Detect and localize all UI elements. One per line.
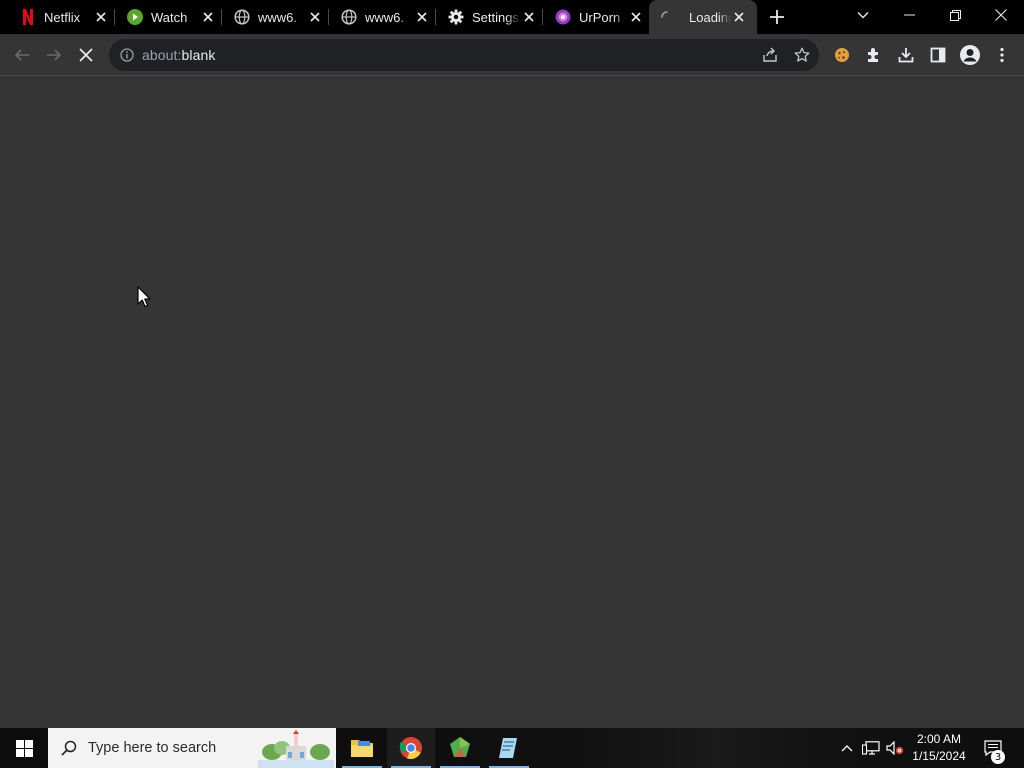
tab-title: Watch <box>151 9 188 25</box>
tab-urporn[interactable]: UrPorn <box>535 0 650 34</box>
clock-date: 1/15/2024 <box>912 749 966 763</box>
show-hidden-icons-button[interactable] <box>837 728 857 768</box>
tab-www6-2[interactable]: www6. <box>321 0 436 34</box>
tab-title: www6. <box>258 9 298 25</box>
site-icon <box>555 9 571 25</box>
cookie-extension-button[interactable] <box>826 39 858 71</box>
tab-search-button[interactable] <box>840 0 886 30</box>
back-button[interactable] <box>6 39 38 71</box>
notification-count-badge: 3 <box>991 750 1005 764</box>
tab-title: UrPorn <box>579 9 621 25</box>
chrome-taskbar-button[interactable] <box>387 728 435 768</box>
chevron-up-icon <box>841 745 853 752</box>
profile-avatar-icon <box>960 45 980 65</box>
network-icon <box>862 741 880 755</box>
clock[interactable]: 2:00 AM 1/15/2024 <box>906 728 972 768</box>
side-panel-icon <box>930 47 946 63</box>
info-icon[interactable] <box>119 47 135 63</box>
more-vertical-icon <box>1000 47 1004 63</box>
tab-strip: Netflix Watch www6. www6. Settings UrPor… <box>0 0 1024 34</box>
tab-watch[interactable]: Watch <box>107 0 222 34</box>
menu-button[interactable] <box>986 39 1018 71</box>
tab-loading[interactable]: Loading <box>649 0 757 34</box>
tab-title: Netflix <box>44 9 81 25</box>
start-button[interactable] <box>0 728 48 768</box>
gear-icon <box>448 9 464 25</box>
forward-button[interactable] <box>38 39 70 71</box>
tab-netflix[interactable]: Netflix <box>0 0 115 34</box>
browser-toolbar: about:blank <box>0 34 1024 76</box>
share-icon[interactable] <box>762 47 778 63</box>
chevron-down-icon <box>857 12 869 19</box>
side-panel-button[interactable] <box>922 39 954 71</box>
app-taskbar-button[interactable] <box>485 728 533 768</box>
taskbar: Type here to search 2:00 AM 1/15/2024 3 <box>0 728 1024 768</box>
new-tab-button[interactable] <box>765 5 789 29</box>
taskbar-search-box[interactable]: Type here to search <box>48 728 336 768</box>
clock-time: 2:00 AM <box>916 732 962 746</box>
url-scheme: about: <box>142 47 182 63</box>
volume-muted-icon <box>886 741 904 755</box>
app-gem-icon <box>450 737 470 757</box>
loading-spinner-icon <box>659 9 675 25</box>
download-icon <box>898 48 914 63</box>
minimize-icon <box>903 14 915 16</box>
search-icon <box>60 739 78 757</box>
windows-logo-icon <box>15 739 33 757</box>
restore-icon <box>949 9 961 21</box>
search-highlight-illustration <box>258 730 334 768</box>
globe-icon <box>341 9 357 25</box>
downloads-button[interactable] <box>890 39 922 71</box>
globe-icon <box>234 9 250 25</box>
tab-title: www6. <box>365 9 405 25</box>
volume-button[interactable] <box>884 728 906 768</box>
puzzle-icon <box>868 48 878 62</box>
chrome-icon <box>399 737 422 760</box>
network-button[interactable] <box>860 728 882 768</box>
close-tab-icon[interactable] <box>628 9 644 25</box>
mouse-cursor-icon <box>137 286 151 308</box>
page-content[interactable] <box>0 77 1024 728</box>
arrow-right-icon <box>47 49 62 61</box>
file-explorer-taskbar-button[interactable] <box>338 728 386 768</box>
address-bar[interactable]: about:blank <box>109 39 819 71</box>
extensions-button[interactable] <box>858 39 890 71</box>
tab-title: Loading <box>689 9 731 25</box>
app-document-icon <box>499 738 517 758</box>
search-placeholder: Type here to search <box>88 740 217 756</box>
plus-icon <box>770 10 784 24</box>
minimize-button[interactable] <box>886 0 932 30</box>
notifications-button[interactable]: 3 <box>980 728 1006 768</box>
play-icon <box>127 9 143 25</box>
folder-icon <box>351 740 373 757</box>
close-icon <box>995 9 1007 21</box>
close-icon <box>79 48 93 62</box>
tab-title: Settings <box>472 9 519 25</box>
restore-button[interactable] <box>932 0 978 30</box>
url-path: blank <box>181 47 216 63</box>
app-taskbar-button[interactable] <box>436 728 484 768</box>
netflix-icon <box>20 9 36 25</box>
bookmark-star-icon[interactable] <box>794 47 810 63</box>
cookie-icon <box>835 48 849 62</box>
profile-button[interactable] <box>954 39 986 71</box>
stop-loading-button[interactable] <box>70 39 102 71</box>
tab-www6-1[interactable]: www6. <box>214 0 329 34</box>
arrow-left-icon <box>14 49 29 61</box>
url-text[interactable]: about:blank <box>142 47 216 63</box>
close-tab-icon[interactable] <box>731 9 747 25</box>
close-window-button[interactable] <box>978 0 1024 30</box>
tab-settings[interactable]: Settings <box>428 0 543 34</box>
